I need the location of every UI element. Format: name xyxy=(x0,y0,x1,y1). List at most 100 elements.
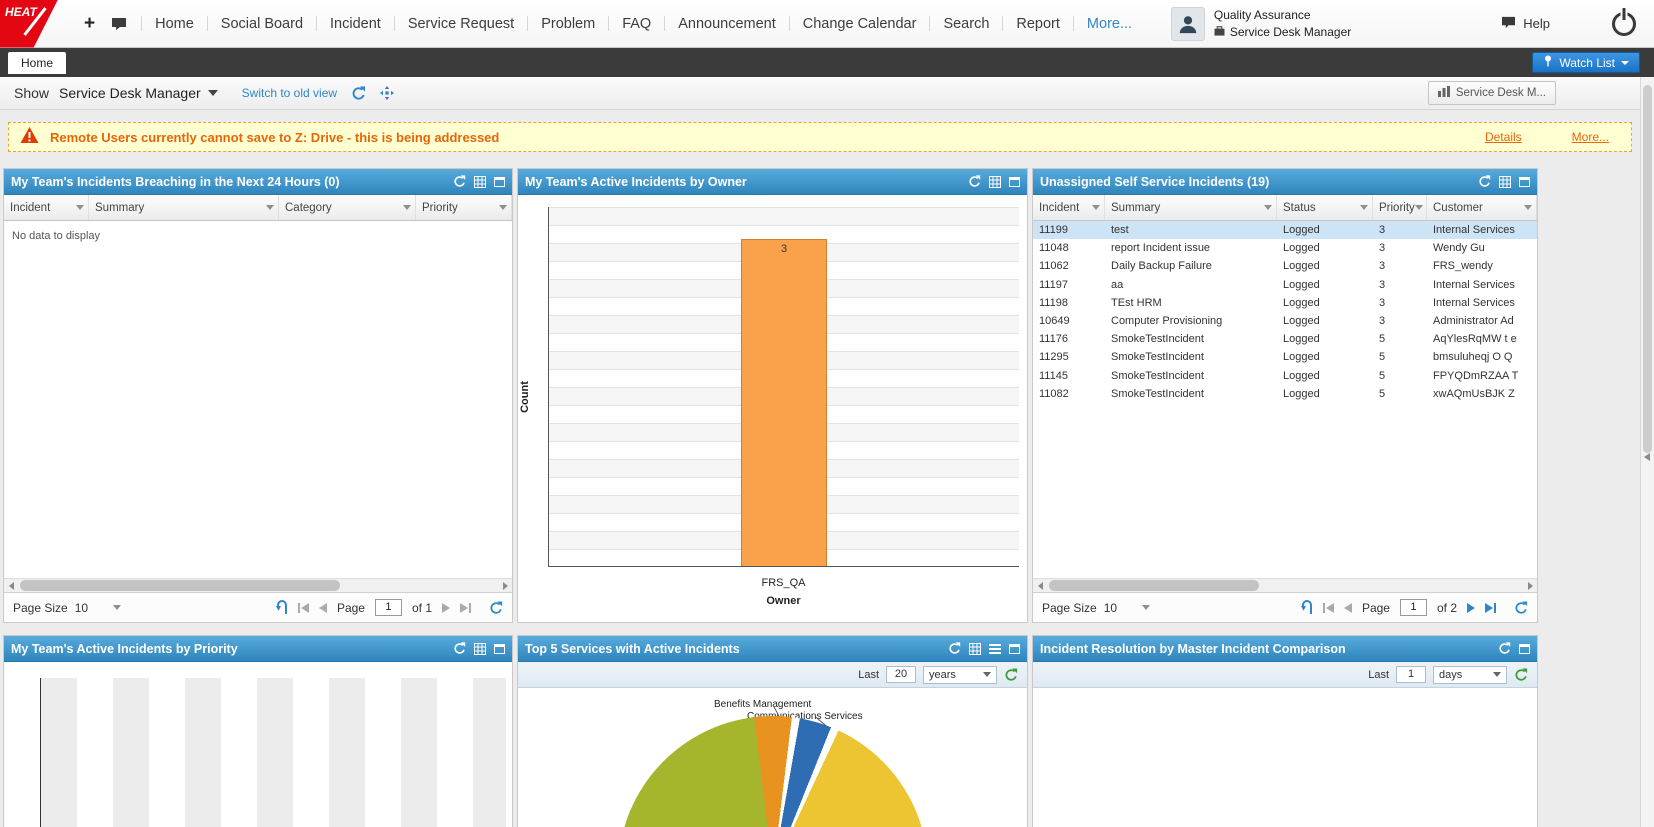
column-header[interactable]: Priority xyxy=(416,195,512,220)
filter-arrow-icon[interactable] xyxy=(266,205,274,210)
horizontal-scrollbar[interactable] xyxy=(1033,578,1537,592)
table-row[interactable]: 11295 SmokeTestIncident Logged 5 bmsuluh… xyxy=(1033,348,1537,366)
table-row[interactable]: 11198 TEst HRM Logged 3 Internal Service… xyxy=(1033,294,1537,312)
export-grid-icon[interactable] xyxy=(969,643,981,655)
table-row[interactable]: 11199 test Logged 3 Internal Services xyxy=(1033,221,1537,239)
column-header[interactable]: Summary xyxy=(89,195,279,220)
maximize-icon[interactable] xyxy=(1519,177,1530,187)
dashboard-view-dropdown[interactable]: Service Desk Manager xyxy=(59,85,218,101)
legend-list-icon[interactable] xyxy=(989,644,1001,654)
nav-item[interactable]: Home xyxy=(141,16,207,32)
nav-item[interactable]: Announcement xyxy=(664,16,789,32)
group-hook-icon[interactable] xyxy=(276,600,288,615)
apply-refresh-icon[interactable] xyxy=(1004,668,1018,682)
nav-item[interactable]: Report xyxy=(1002,16,1073,32)
maximize-icon[interactable] xyxy=(1009,177,1020,187)
maximize-icon[interactable] xyxy=(494,644,505,654)
nav-item[interactable]: Service Request xyxy=(394,16,527,32)
filter-arrow-icon[interactable] xyxy=(1092,205,1100,210)
scroll-left-button[interactable] xyxy=(4,579,18,593)
watch-list-button[interactable]: Watch List xyxy=(1532,52,1640,73)
page-size-dropdown[interactable]: Page Size 10 xyxy=(13,601,121,615)
next-page-button[interactable] xyxy=(442,603,450,613)
scroll-left-button[interactable] xyxy=(1033,579,1047,593)
refresh-dashboard-icon[interactable] xyxy=(351,86,366,101)
customize-layout-icon[interactable] xyxy=(380,86,394,100)
refresh-icon[interactable] xyxy=(453,642,466,655)
table-row[interactable]: 11048 report Incident issue Logged 3 Wen… xyxy=(1033,239,1537,257)
unit-select[interactable]: years xyxy=(923,666,997,684)
switch-old-view-link[interactable]: Switch to old view xyxy=(242,86,337,100)
scrollbar-thumb[interactable] xyxy=(1643,85,1652,453)
first-page-button[interactable] xyxy=(298,603,309,613)
export-grid-icon[interactable] xyxy=(1499,176,1511,188)
avatar[interactable] xyxy=(1171,7,1205,41)
scrollbar-track[interactable] xyxy=(1047,579,1523,593)
last-value-input[interactable]: 1 xyxy=(1396,666,1426,683)
column-header[interactable]: Incident xyxy=(1033,195,1105,220)
filter-arrow-icon[interactable] xyxy=(1360,205,1368,210)
table-row[interactable]: 11145 SmokeTestIncident Logged 5 FPYQDmR… xyxy=(1033,367,1537,385)
column-header[interactable]: Priority xyxy=(1373,195,1427,220)
scroll-right-button[interactable] xyxy=(498,579,512,593)
refresh-icon[interactable] xyxy=(968,175,981,188)
export-grid-icon[interactable] xyxy=(989,176,1001,188)
nav-item[interactable]: Incident xyxy=(316,16,394,32)
horizontal-scrollbar[interactable] xyxy=(4,578,512,592)
first-page-button[interactable] xyxy=(1323,603,1334,613)
heat-logo[interactable]: HEAT xyxy=(0,0,58,48)
table-row[interactable]: 11062 Daily Backup Failure Logged 3 FRS_… xyxy=(1033,257,1537,275)
filter-arrow-icon[interactable] xyxy=(403,205,411,210)
page-size-dropdown[interactable]: Page Size 10 xyxy=(1042,601,1150,615)
prev-page-button[interactable] xyxy=(319,603,327,613)
column-header[interactable]: Incident xyxy=(4,195,89,220)
page-number-input[interactable]: 1 xyxy=(1400,599,1427,616)
nav-item[interactable]: Problem xyxy=(527,16,608,32)
nav-item[interactable]: FAQ xyxy=(608,16,664,32)
export-grid-icon[interactable] xyxy=(474,176,486,188)
refresh-grid-icon[interactable] xyxy=(489,601,503,615)
prev-page-button[interactable] xyxy=(1344,603,1352,613)
dashboard-selector-button[interactable]: Service Desk M... xyxy=(1428,81,1556,105)
nav-item[interactable]: Change Calendar xyxy=(789,16,930,32)
refresh-icon[interactable] xyxy=(1478,175,1491,188)
scrollbar-thumb[interactable] xyxy=(20,580,340,591)
tab-home[interactable]: Home xyxy=(8,52,66,74)
table-row[interactable]: 11197 aa Logged 3 Internal Services xyxy=(1033,276,1537,294)
help-button[interactable]: Help xyxy=(1501,16,1550,32)
nav-item[interactable]: Social Board xyxy=(207,16,316,32)
maximize-icon[interactable] xyxy=(494,177,505,187)
scroll-right-button[interactable] xyxy=(1523,579,1537,593)
scrollbar-thumb[interactable] xyxy=(1049,580,1259,591)
last-value-input[interactable]: 20 xyxy=(886,666,916,683)
next-page-button[interactable] xyxy=(1467,603,1475,613)
filter-arrow-icon[interactable] xyxy=(76,205,84,210)
refresh-icon[interactable] xyxy=(1498,642,1511,655)
unit-select[interactable]: days xyxy=(1433,666,1507,684)
bar-frs-qa[interactable]: 3 xyxy=(741,239,827,566)
filter-arrow-icon[interactable] xyxy=(1264,205,1272,210)
filter-arrow-icon[interactable] xyxy=(499,205,507,210)
column-header[interactable]: Summary xyxy=(1105,195,1277,220)
table-row[interactable]: 11176 SmokeTestIncident Logged 5 AqYlesR… xyxy=(1033,330,1537,348)
announcement-details-link[interactable]: Details xyxy=(1485,130,1522,144)
export-grid-icon[interactable] xyxy=(474,643,486,655)
user-block[interactable]: Quality Assurance Service Desk Manager xyxy=(1171,7,1351,41)
column-header[interactable]: Status xyxy=(1277,195,1373,220)
apply-refresh-icon[interactable] xyxy=(1514,668,1528,682)
last-page-button[interactable] xyxy=(1485,603,1496,613)
maximize-icon[interactable] xyxy=(1519,644,1530,654)
page-number-input[interactable]: 1 xyxy=(375,599,402,616)
maximize-icon[interactable] xyxy=(1009,644,1020,654)
refresh-grid-icon[interactable] xyxy=(1514,601,1528,615)
scrollbar-track[interactable] xyxy=(18,579,498,593)
new-record-button[interactable]: + xyxy=(84,13,95,35)
refresh-icon[interactable] xyxy=(948,642,961,655)
column-header[interactable]: Customer xyxy=(1427,195,1537,220)
collapse-arrow-icon[interactable] xyxy=(1644,453,1650,461)
refresh-icon[interactable] xyxy=(453,175,466,188)
chat-bubble-icon[interactable] xyxy=(111,17,127,31)
column-header[interactable]: Category xyxy=(279,195,416,220)
filter-arrow-icon[interactable] xyxy=(1524,205,1532,210)
table-row[interactable]: 11082 SmokeTestIncident Logged 5 xwAQmUs… xyxy=(1033,385,1537,403)
